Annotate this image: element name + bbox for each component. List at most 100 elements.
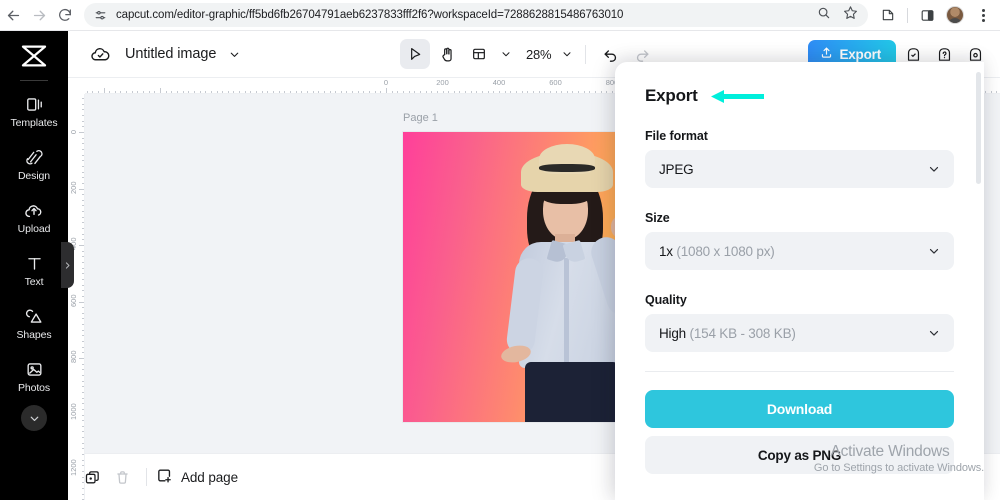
zoom-chevron-down-icon[interactable] [557,40,576,68]
delete-page-trash-icon[interactable] [107,462,137,492]
ruler-tick [81,171,84,173]
zoom-glass-icon[interactable] [817,6,831,25]
ruler-tick [583,90,585,93]
document-menu-chevron-down-icon[interactable] [228,48,241,61]
ruler-tick [81,346,84,348]
ruler-tick [81,442,84,444]
address-bar[interactable]: capcut.com/editor-graphic/ff5bd6fb267047… [84,3,868,27]
ruler-tick [81,148,84,150]
browser-toolbar: capcut.com/editor-graphic/ff5bd6fb267047… [0,0,1000,31]
layout-tool-button[interactable] [464,39,494,69]
document-title[interactable]: Untitled image [125,46,216,62]
url-text: capcut.com/editor-graphic/ff5bd6fb267047… [116,9,624,21]
ruler-tick [81,103,84,105]
ruler-tick [81,374,84,376]
reload-icon[interactable] [52,2,78,28]
ruler-tick [284,90,286,93]
download-button[interactable]: Download [645,390,954,428]
sidebar-item-photos[interactable]: Photos [0,350,68,403]
sidebar-item-text[interactable]: Text [0,244,68,297]
ruler-tick [176,90,178,93]
ruler-tick [482,90,484,93]
sidebar-item-templates[interactable]: Templates [0,85,68,138]
ruler-tick-label: 200 [436,78,449,87]
tune-icon[interactable] [94,9,107,22]
ruler-tick [589,90,591,93]
upload-cloud-icon [24,200,44,221]
ruler-corner [68,78,85,94]
ruler-tick [233,90,235,93]
sidebar-item-shapes[interactable]: Shapes [0,297,68,350]
ruler-tick [81,380,84,382]
ruler-tick [109,90,111,93]
ruler-tick [459,90,461,93]
export-panel: Export File format JPEG Size 1x (1080 x … [615,62,984,500]
ruler-tick [239,90,241,93]
sidebar-item-label: Text [24,276,44,289]
ruler-tick [318,90,320,93]
ruler-tick [126,90,128,93]
add-page-label: Add page [181,469,239,485]
ruler-tick [81,205,84,207]
ruler-tick [549,90,551,93]
ruler-tick [92,90,94,93]
select-tool-button[interactable] [400,39,430,69]
sidebar-item-upload[interactable]: Upload [0,191,68,244]
extensions-icon[interactable] [876,3,900,27]
sidebar-item-design[interactable]: Design [0,138,68,191]
ruler-tick [79,132,84,133]
divider [146,468,147,486]
ruler-tick [81,414,84,416]
back-icon[interactable] [0,2,26,28]
ruler-tick [453,90,455,93]
sidebar-item-label: Design [17,170,51,183]
file-format-select[interactable]: JPEG [645,150,954,188]
ruler-tick [81,369,84,371]
zoom-level[interactable]: 28% [517,47,555,62]
ruler-tick [81,312,84,314]
artboard[interactable] [403,132,628,422]
ruler-tick [256,90,258,93]
vertical-ruler[interactable]: 0 200 400 600 800 1000 1200 [68,94,85,500]
export-panel-title: Export [645,86,698,105]
ruler-tick [544,90,546,93]
ruler-tick [81,324,84,326]
sidebar-collapse-handle[interactable] [61,242,74,288]
ruler-tick [81,194,84,196]
hand-tool-button[interactable] [432,39,462,69]
ruler-tick [323,90,325,93]
ruler-tick [380,90,382,93]
layout-chevron-down-icon[interactable] [496,40,515,68]
ruler-tick [81,137,84,139]
ruler-tick [363,90,365,93]
divider [907,7,908,23]
copy-as-png-button[interactable]: Copy as PNG [645,436,954,474]
size-select[interactable]: 1x (1080 x 1080 px) [645,232,954,270]
panel-scrollbar[interactable] [976,72,981,184]
side-panel-icon[interactable] [915,3,939,27]
ruler-tick-label: 1200 [69,459,78,476]
ruler-tick [81,352,84,354]
ruler-tick [504,90,506,93]
add-page-button[interactable]: Add page [156,467,238,487]
ruler-tick [81,420,84,422]
ruler-tick [476,90,478,93]
forward-icon[interactable] [26,2,52,28]
ruler-tick [289,90,291,93]
ruler-tick [79,245,84,246]
capcut-logo[interactable] [12,39,56,73]
sidebar-item-label: Upload [17,223,51,236]
ruler-tick [436,90,438,93]
templates-icon [25,94,44,115]
ruler-tick [81,482,84,484]
ruler-tick [81,454,84,456]
avatar[interactable] [943,3,967,27]
rail-more-chevron-down-icon[interactable] [21,405,47,431]
ruler-tick [97,90,99,93]
kebab-menu-icon[interactable] [971,3,995,27]
page-label: Page 1 [403,112,438,124]
star-icon[interactable] [843,5,858,25]
quality-select[interactable]: High (154 KB - 308 KB) [645,314,954,352]
ruler-tick [81,222,84,224]
ruler-tick [81,295,84,297]
